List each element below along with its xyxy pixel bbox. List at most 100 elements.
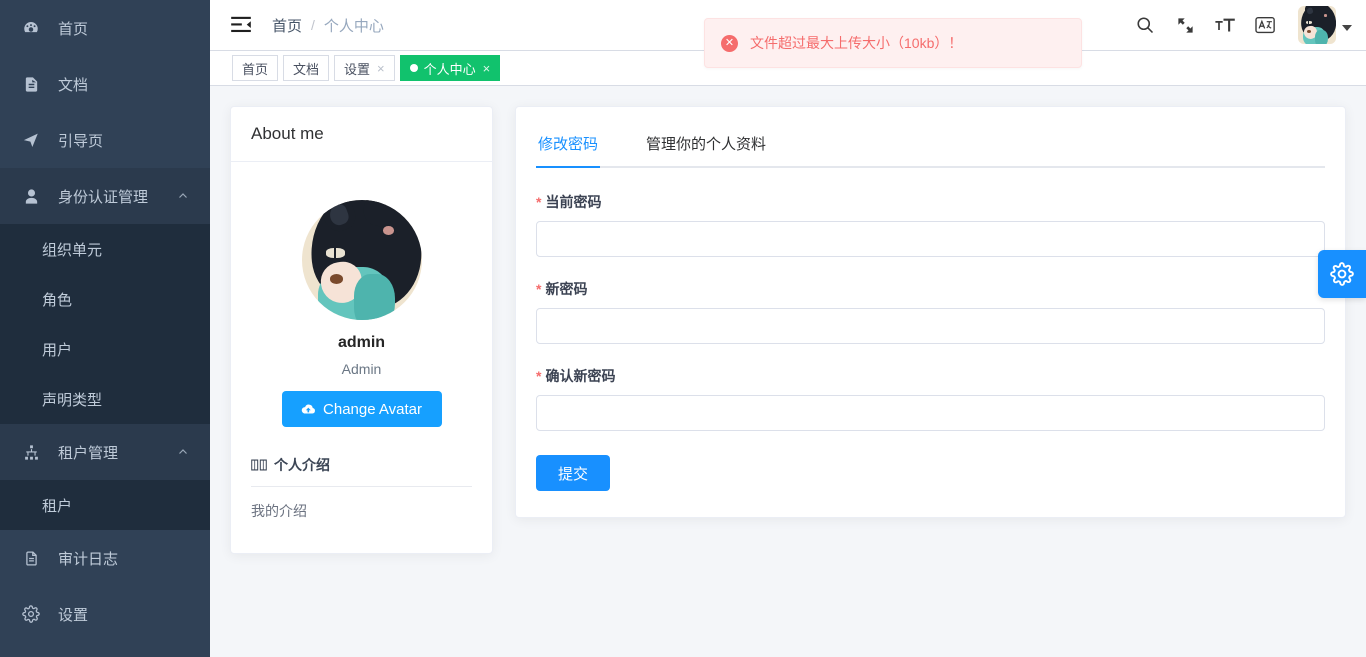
change-avatar-button[interactable]: Change Avatar xyxy=(281,391,442,427)
breadcrumb-item-profile: 个人中心 xyxy=(323,17,384,35)
sidebar-item-label: 设置 xyxy=(58,606,89,624)
sidebar-item-guide[interactable]: 引导页 xyxy=(0,112,210,168)
change-avatar-label: Change Avatar xyxy=(323,400,422,418)
sidebar-item-organization-unit[interactable]: 组织单元 xyxy=(0,224,210,274)
tag-label: 个人中心 xyxy=(423,61,476,77)
sidebar-item-label: 首页 xyxy=(58,20,89,38)
chevron-down-icon xyxy=(1342,25,1352,31)
intro-text: 我的介绍 xyxy=(251,503,307,519)
new-password-label: * 新密码 xyxy=(536,279,1325,299)
sidebar-item-tenant[interactable]: 租户 xyxy=(0,480,210,530)
tag-documents[interactable]: 文档 xyxy=(283,55,330,81)
user-name: admin xyxy=(337,334,386,351)
sidebar-subitem-label: 声明类型 xyxy=(42,391,103,409)
cloud-upload-icon xyxy=(301,403,316,416)
field-new-password: * 新密码 xyxy=(536,279,1325,344)
sidebar-subitem-label: 角色 xyxy=(42,291,73,309)
required-asterisk: * xyxy=(536,194,542,210)
sidebar-subitem-label: 租户 xyxy=(42,497,73,515)
tab-manage-profile[interactable]: 管理你的个人资料 xyxy=(644,125,768,166)
tag-home[interactable]: 首页 xyxy=(232,55,279,81)
avatar-menu[interactable] xyxy=(1298,6,1352,44)
translate-icon[interactable] xyxy=(1254,14,1276,36)
sidebar-item-label: 引导页 xyxy=(58,132,104,150)
sidebar-subitem-label: 组织单元 xyxy=(42,241,103,259)
tag-close-icon[interactable]: × xyxy=(483,62,491,75)
sidebar-subitem-label: 用户 xyxy=(42,341,73,359)
theme-settings-button[interactable] xyxy=(1318,250,1366,298)
new-password-label-text: 新密码 xyxy=(545,281,588,297)
sidebar-item-label: 审计日志 xyxy=(58,550,119,568)
sidebar-item-label: 身份认证管理 xyxy=(58,188,149,206)
breadcrumb-separator: / xyxy=(311,17,315,33)
breadcrumb: 首页 / 个人中心 xyxy=(272,15,384,36)
sidebar-item-label: 文档 xyxy=(58,76,89,94)
sidebar-item-settings[interactable]: 设置 xyxy=(0,586,210,642)
user-icon xyxy=(20,185,42,207)
about-me-card: About me admin Admin Change Avatar 个人介绍 … xyxy=(230,106,493,554)
new-password-input[interactable] xyxy=(536,308,1325,344)
tag-close-icon[interactable]: × xyxy=(377,62,385,75)
confirm-password-input[interactable] xyxy=(536,395,1325,431)
required-asterisk: * xyxy=(536,368,542,384)
chevron-up-icon xyxy=(176,189,190,203)
intro-title-label: 个人介绍 xyxy=(274,457,330,473)
collapse-menu-icon[interactable] xyxy=(228,12,254,38)
sidebar: 首页 文档 引导页 身份认证管理 组织单元 角色 用户 声明类型 租户管理 租户… xyxy=(0,0,210,657)
current-password-input[interactable] xyxy=(536,221,1325,257)
avatar xyxy=(1298,6,1336,44)
sidebar-item-documents[interactable]: 文档 xyxy=(0,56,210,112)
active-tag-dot-icon xyxy=(409,64,418,72)
user-avatar xyxy=(301,200,422,320)
user-role: Admin xyxy=(341,361,382,377)
main-container: 首页 / 个人中心 首页 文档 设置 × 个人中心 × ✕ 文件超过最大上传大小… xyxy=(210,0,1366,657)
tag-label: 首页 xyxy=(242,61,269,77)
sidebar-item-home[interactable]: 首页 xyxy=(0,0,210,56)
sidebar-item-user[interactable]: 用户 xyxy=(0,324,210,374)
guide-send-icon xyxy=(20,129,42,151)
account-settings-card: 修改密码 管理你的个人资料 * 当前密码 * 新密码 * 确认新密码 提交 xyxy=(515,106,1346,518)
sitemap-icon xyxy=(20,441,42,463)
document-icon xyxy=(20,547,42,569)
sidebar-item-claim-type[interactable]: 声明类型 xyxy=(0,374,210,424)
tab-change-password[interactable]: 修改密码 xyxy=(536,125,601,168)
confirm-password-label-text: 确认新密码 xyxy=(545,368,616,384)
tag-label: 设置 xyxy=(344,61,371,77)
sidebar-item-audit-logs[interactable]: 审计日志 xyxy=(0,530,210,586)
sidebar-item-role[interactable]: 角色 xyxy=(0,274,210,324)
gear-icon xyxy=(1330,262,1354,286)
settings-tabs: 修改密码 管理你的个人资料 xyxy=(536,125,1325,168)
error-notification[interactable]: ✕ 文件超过最大上传大小（10kb）！ xyxy=(704,18,1082,68)
navbar-actions xyxy=(1134,6,1352,44)
confirm-password-label: * 确认新密码 xyxy=(536,366,1325,386)
fullscreen-icon[interactable] xyxy=(1174,14,1196,36)
error-notification-message: 文件超过最大上传大小（10kb）！ xyxy=(750,35,963,51)
dashboard-icon xyxy=(20,17,42,39)
page-content: About me admin Admin Change Avatar 个人介绍 … xyxy=(210,86,1366,657)
sidebar-group-identity[interactable]: 身份认证管理 xyxy=(0,168,210,224)
sidebar-group-tenant[interactable]: 租户管理 xyxy=(0,424,210,480)
tag-settings[interactable]: 设置 × xyxy=(334,55,395,81)
required-asterisk: * xyxy=(536,281,542,297)
tag-profile[interactable]: 个人中心 × xyxy=(399,55,501,81)
field-confirm-password: * 确认新密码 xyxy=(536,366,1325,431)
book-icon xyxy=(251,458,267,472)
current-password-label: * 当前密码 xyxy=(536,192,1325,212)
sidebar-submenu-identity: 组织单元 角色 用户 声明类型 xyxy=(0,224,210,424)
submit-button[interactable]: 提交 xyxy=(536,455,611,491)
search-icon[interactable] xyxy=(1134,14,1156,36)
sidebar-submenu-tenant: 租户 xyxy=(0,480,210,530)
sidebar-item-label: 租户管理 xyxy=(58,444,119,462)
current-password-label-text: 当前密码 xyxy=(545,194,602,210)
breadcrumb-item-home[interactable]: 首页 xyxy=(272,15,302,36)
about-me-card-title: About me xyxy=(231,107,492,162)
about-me-card-body: admin Admin Change Avatar 个人介绍 我的介绍 xyxy=(231,162,492,553)
app-root: 首页 文档 引导页 身份认证管理 组织单元 角色 用户 声明类型 租户管理 租户… xyxy=(0,0,1366,657)
field-current-password: * 当前密码 xyxy=(536,192,1325,257)
chevron-up-icon xyxy=(176,445,190,459)
font-size-icon[interactable] xyxy=(1214,14,1236,36)
account-settings-body: 修改密码 管理你的个人资料 * 当前密码 * 新密码 * 确认新密码 提交 xyxy=(516,107,1345,517)
error-circle-icon: ✕ xyxy=(721,34,738,52)
tag-label: 文档 xyxy=(293,61,320,77)
document-icon xyxy=(20,73,42,95)
